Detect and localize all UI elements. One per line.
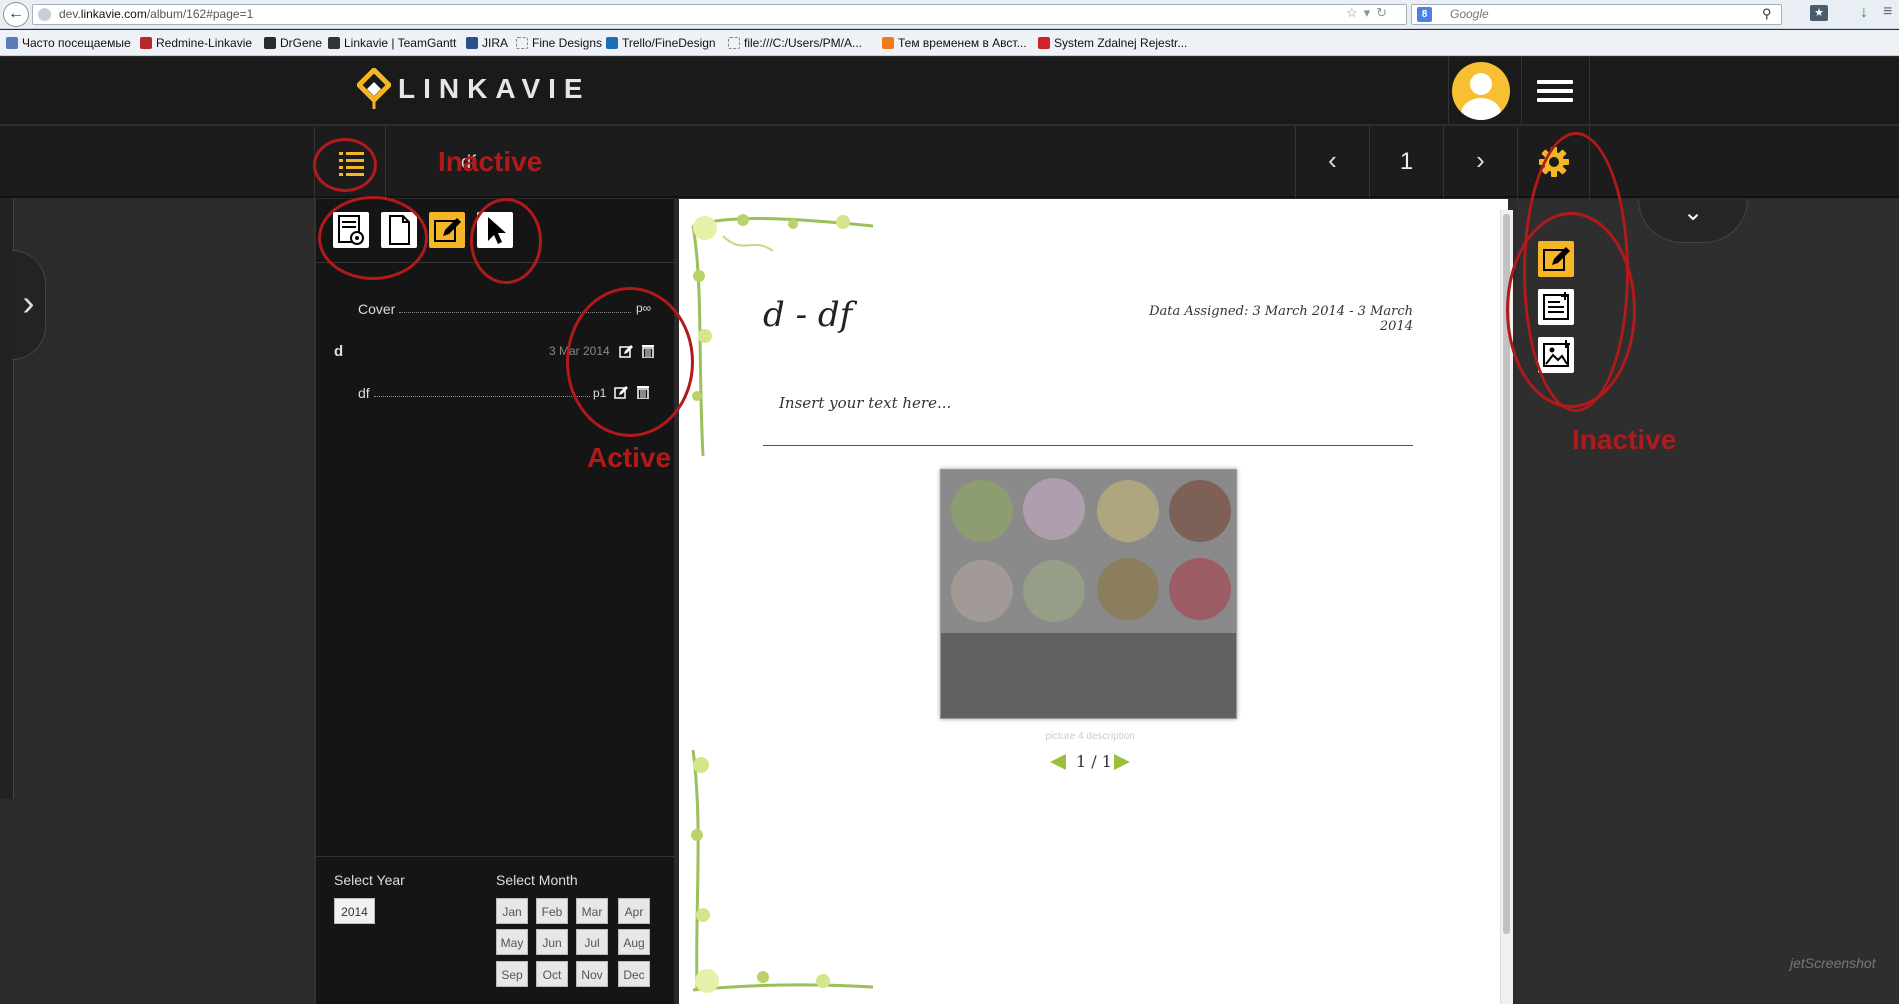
watermark: jetScreenshot bbox=[1790, 955, 1876, 971]
month-chip[interactable]: Dec bbox=[618, 961, 650, 987]
bookmark-icon bbox=[264, 37, 276, 49]
site-header bbox=[0, 57, 1899, 125]
gallery-thumbnail bbox=[1169, 480, 1231, 542]
floral-ornament-bottom bbox=[691, 749, 874, 993]
search-icon[interactable]: ⚲ bbox=[1762, 6, 1772, 22]
page-number: 1 bbox=[1369, 126, 1444, 198]
logo-icon[interactable] bbox=[357, 68, 391, 110]
bookmark-item[interactable]: Trello/FineDesign bbox=[606, 36, 716, 52]
divider bbox=[316, 856, 674, 857]
toc-cover-label[interactable]: Cover bbox=[358, 301, 395, 317]
app-root: ← dev.linkavie.com/album/162#page=1 ☆▾↻ … bbox=[0, 0, 1899, 1004]
gallery-thumbnail bbox=[1023, 478, 1085, 540]
url-input[interactable]: dev.linkavie.com/album/162#page=1 bbox=[32, 4, 1407, 25]
divider bbox=[763, 445, 1413, 446]
browser-menu-icon[interactable]: ≡ bbox=[1883, 3, 1892, 21]
bookmark-item[interactable]: Тем временем в Авст... bbox=[882, 36, 1027, 52]
divider bbox=[374, 396, 590, 397]
gallery-thumbnail bbox=[1097, 558, 1159, 620]
bookmarks-bar: Часто посещаемые Redmine-Linkavie DrGene… bbox=[0, 30, 1899, 56]
annotation-circle bbox=[318, 196, 428, 280]
bookmark-item[interactable]: DrGene bbox=[264, 36, 322, 52]
search-engine-icon[interactable]: 8 bbox=[1417, 7, 1432, 22]
month-chip[interactable]: Jul bbox=[576, 929, 608, 955]
gallery-thumbnail bbox=[1169, 558, 1231, 620]
bookmark-icon bbox=[1038, 37, 1050, 49]
bookmark-icon bbox=[606, 37, 618, 49]
annotation-right-inactive: Inactive bbox=[1572, 424, 1677, 455]
bookmark-icon bbox=[728, 37, 740, 49]
select-month-label: Select Month bbox=[496, 872, 578, 888]
bookmark-item[interactable]: Redmine-Linkavie bbox=[140, 36, 252, 52]
month-chip[interactable]: Nov bbox=[576, 961, 608, 987]
gallery-thumbnail bbox=[951, 480, 1013, 542]
month-chip[interactable]: Oct bbox=[536, 961, 568, 987]
logo-text[interactable]: LINKAVIE bbox=[398, 73, 591, 105]
bookmark-icon bbox=[466, 37, 478, 49]
search-input[interactable]: Google bbox=[1411, 4, 1782, 25]
bookmark-icon bbox=[328, 37, 340, 49]
month-chip[interactable]: Feb bbox=[536, 898, 568, 924]
url-host: linkavie.com bbox=[80, 7, 147, 21]
bookmarks-menu-icon[interactable]: ★ bbox=[1810, 5, 1828, 21]
annotation-toolbar-inactive: Inactive bbox=[438, 146, 543, 177]
bookmark-icon bbox=[6, 37, 18, 49]
toc-chapter-label[interactable]: d bbox=[334, 343, 343, 360]
month-chip[interactable]: Mar bbox=[576, 898, 608, 924]
page-top-edge bbox=[1058, 199, 1508, 211]
next-page-button[interactable]: › bbox=[1444, 126, 1518, 198]
hamburger-icon bbox=[1537, 80, 1573, 84]
bookmark-item[interactable]: JIRA bbox=[466, 36, 508, 52]
bookmark-icon bbox=[140, 37, 152, 49]
annotation-circle bbox=[1506, 212, 1636, 408]
annotation-circle bbox=[313, 138, 377, 192]
annotation-sidebar-active: Active bbox=[587, 442, 672, 473]
gallery-thumbnail bbox=[1097, 480, 1159, 542]
photo-gallery[interactable] bbox=[940, 469, 1237, 719]
bookmark-item[interactable]: file:///C:/Users/PM/A... bbox=[728, 36, 862, 52]
bookmark-item[interactable]: Часто посещаемые bbox=[6, 36, 131, 52]
month-chip[interactable]: May bbox=[496, 929, 528, 955]
hamburger-icon bbox=[1537, 89, 1573, 93]
month-chip[interactable]: Sep bbox=[496, 961, 528, 987]
page-heading[interactable]: d - df bbox=[763, 295, 852, 335]
hamburger-icon bbox=[1537, 98, 1573, 102]
site-identity-icon[interactable] bbox=[38, 8, 51, 21]
page-text-field[interactable]: Insert your text here... bbox=[779, 394, 951, 412]
user-avatar-icon[interactable] bbox=[1452, 62, 1510, 120]
back-button[interactable]: ← bbox=[3, 2, 29, 27]
gallery-thumbnail bbox=[1023, 560, 1085, 622]
gallery-prev-icon[interactable] bbox=[1048, 753, 1068, 771]
bookmark-item[interactable]: Fine Designs bbox=[516, 36, 602, 52]
url-path: /album/162#page=1 bbox=[146, 7, 254, 21]
edit-mode-button[interactable] bbox=[429, 212, 465, 248]
month-chip[interactable]: Aug bbox=[618, 929, 650, 955]
annotation-circle bbox=[470, 198, 542, 284]
toc-page-label[interactable]: df bbox=[358, 385, 370, 401]
floral-ornament-top bbox=[691, 214, 874, 457]
month-chip[interactable]: Jun bbox=[536, 929, 568, 955]
bookmark-icon bbox=[882, 37, 894, 49]
bookmark-star-icon[interactable]: ☆▾↻ bbox=[1346, 5, 1393, 21]
edit-icon bbox=[434, 218, 461, 242]
bookmark-icon bbox=[516, 37, 528, 49]
gallery-caption: picture 4 description bbox=[1045, 731, 1135, 742]
expand-left-panel-button[interactable]: › bbox=[12, 250, 46, 360]
date-assigned: Data Assigned: 3 March 2014 - 3 March 20… bbox=[1149, 304, 1413, 334]
month-chip[interactable]: Jan bbox=[496, 898, 528, 924]
url-prefix: dev. bbox=[59, 7, 81, 21]
gallery-next-icon[interactable] bbox=[1112, 753, 1132, 771]
gallery-counter: 1 / 1 bbox=[1076, 752, 1112, 771]
annotation-circle bbox=[566, 287, 694, 437]
select-year-label: Select Year bbox=[334, 872, 405, 888]
prev-page-button[interactable]: ‹ bbox=[1295, 126, 1369, 198]
month-chip[interactable]: Apr bbox=[618, 898, 650, 924]
download-icon[interactable]: ↓ bbox=[1860, 4, 1868, 22]
bookmark-item[interactable]: Linkavie | TeamGantt bbox=[328, 36, 456, 52]
year-chip[interactable]: 2014 bbox=[334, 898, 375, 924]
bookmark-item[interactable]: System Zdalnej Rejestr... bbox=[1038, 36, 1187, 52]
gallery-thumbnail bbox=[951, 560, 1013, 622]
